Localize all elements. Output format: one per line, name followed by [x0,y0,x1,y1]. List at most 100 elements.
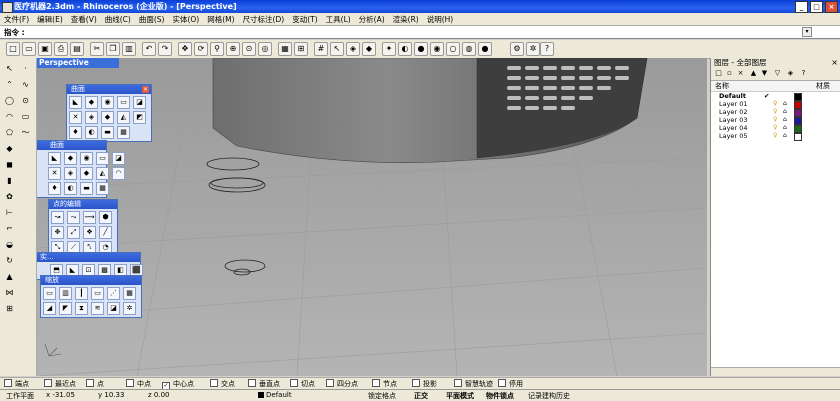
select-icon[interactable]: ↖ [330,42,344,56]
maximize-button[interactable]: □ [810,1,823,13]
scale-nonuniform-icon[interactable]: ▭ [91,287,104,300]
move-uvn-icon[interactable]: ❖ [83,226,96,239]
layer-row[interactable]: Layer 02 ♀ ⌂ [711,108,840,117]
loft-icon[interactable]: ⋈ [3,287,16,299]
control-points-off-icon[interactable]: ⤳ [67,211,80,224]
surface-loft-icon[interactable]: ✕ [69,111,82,124]
layer-help-icon[interactable]: ? [799,69,808,78]
render-icon[interactable]: ◐ [398,42,412,56]
array-icon[interactable]: ▦ [123,287,136,300]
menu-edit[interactable]: 编辑(E) [33,14,67,25]
menu-view[interactable]: 查看(V) [67,14,101,25]
surface-blend-icon-2[interactable]: ◆ [80,167,93,180]
close-icon[interactable]: × [142,86,149,93]
freeform-icon[interactable]: 〜 [19,127,32,139]
osnap-option[interactable]: 四分点 [326,379,358,389]
surface-mesh-icon[interactable]: ▦ [117,126,130,139]
osnap-option[interactable]: 智慧轨迹 [454,379,493,389]
surface-plane-icon[interactable]: ◉ [101,96,114,109]
surface-rect-icon-2[interactable]: ▭ [96,152,109,165]
lock-icon[interactable]: ⌂ [783,132,787,140]
zoom-selected-icon[interactable]: ◎ [258,42,272,56]
osnap-option[interactable]: 中点 [126,379,151,389]
menu-help[interactable]: 说明(H) [423,14,458,25]
surface-loft-icon-2[interactable]: ✕ [48,167,61,180]
close-button[interactable]: × [825,1,838,13]
copy-icon[interactable]: ❐ [106,42,120,56]
minimize-button[interactable]: _ [795,1,808,13]
mesh-icon[interactable]: ✿ [3,191,16,203]
menu-dimension[interactable]: 尺寸标注(D) [239,14,289,25]
layer-icon[interactable]: ◈ [346,42,360,56]
control-points-on-icon[interactable]: ↝ [51,211,64,224]
arc-icon[interactable]: ◠ [3,111,16,123]
polyline-icon[interactable]: ⌃ [3,79,16,91]
osnap-checkbox[interactable] [412,379,420,387]
cube-icon[interactable]: ⬢ [99,211,112,224]
layer-row[interactable]: Layer 01 ♀ ⌂ [711,100,840,109]
osnap-checkbox[interactable] [210,379,218,387]
layer-name[interactable]: Layer 05 [719,132,747,140]
layer-name[interactable]: Layer 04 [719,124,747,132]
lock-icon[interactable]: ⌂ [783,108,787,116]
splop-icon[interactable]: ◪ [107,302,120,315]
layer-color-swatch[interactable] [794,133,802,141]
cage-icon[interactable]: ✲ [123,302,136,315]
osnap-checkbox[interactable] [498,379,506,387]
rectangle-icon[interactable]: ▭ [19,111,32,123]
surface-mesh-icon-2[interactable]: ▦ [96,182,109,195]
undo-icon[interactable]: ↶ [142,42,156,56]
help-icon[interactable]: ? [540,42,554,56]
named-view-icon[interactable]: ▦ [278,42,292,56]
layers-scrollbar[interactable] [711,367,840,376]
new-layer-icon[interactable]: □ [714,69,723,78]
osnap-checkbox[interactable] [372,379,380,387]
osnap-option[interactable]: 交点 [210,379,235,389]
layer-row[interactable]: Layer 04 ♀ ⌂ [711,124,840,133]
analyze-icon[interactable]: ⊞ [3,303,16,315]
surface-sweep-icon[interactable]: ◪ [133,96,146,109]
osnap-option[interactable]: 垂直点 [248,379,280,389]
layer-row[interactable]: Default ✔ [711,92,840,101]
surface-fillet-icon[interactable]: ▬ [101,126,114,139]
lock-icon[interactable]: ⌂ [783,116,787,124]
osnap-checkbox[interactable] [326,379,334,387]
import-icon[interactable]: ▤ [70,42,84,56]
command-input[interactable] [28,27,798,36]
osnap-checkbox[interactable] [454,379,462,387]
shear-icon[interactable]: ⋰ [107,287,120,300]
surface-fillet-icon-2[interactable]: ▬ [80,182,93,195]
osnap-checkbox[interactable] [86,379,94,387]
zoom-window-icon[interactable]: ⊕ [226,42,240,56]
circle-icon[interactable]: ◯ [3,95,16,107]
osnap-option[interactable]: 投影 [412,379,437,389]
twist-icon[interactable]: ⧗ [75,302,88,315]
fillet-icon[interactable]: ⌐ [3,223,16,235]
surface-corner-icon-2[interactable]: ◣ [48,152,61,165]
surface-edge-icon[interactable]: ◆ [85,96,98,109]
lightbulb-icon[interactable]: ♀ [773,116,777,124]
scale-1d-icon[interactable]: ┃ [75,287,88,300]
lightbulb-icon[interactable]: ♀ [773,108,777,116]
boolean-icon[interactable]: ◒ [3,239,16,251]
light-icon[interactable]: ✦ [382,42,396,56]
new-sublayer-icon[interactable]: ▫ [725,69,734,78]
surface-corner-icon[interactable]: ◣ [69,96,82,109]
menu-analyze[interactable]: 分析(A) [355,14,389,25]
point-icon[interactable]: · [19,63,32,75]
surface-icon[interactable]: ◆ [3,143,16,155]
remove-knot-icon[interactable]: ⤢ [67,226,80,239]
surface-patch-icon-2[interactable]: ◭ [96,167,109,180]
paste-icon[interactable]: ▥ [122,42,136,56]
surface-offset-icon-2[interactable]: ◐ [64,182,77,195]
polygon-icon[interactable]: ⬠ [3,127,16,139]
bend-icon[interactable]: ◢ [43,302,56,315]
cylinder-icon[interactable]: ▮ [3,175,16,187]
surface-offset-icon[interactable]: ◐ [85,126,98,139]
surface-revolve-icon[interactable]: ◈ [85,111,98,124]
viewport-title[interactable]: Perspective [37,58,119,68]
menu-curve[interactable]: 曲线(C) [101,14,135,25]
four-view-icon[interactable]: ⊞ [294,42,308,56]
panel-close-icon[interactable]: × [831,58,838,67]
osnap-option[interactable]: 切点 [290,379,315,389]
